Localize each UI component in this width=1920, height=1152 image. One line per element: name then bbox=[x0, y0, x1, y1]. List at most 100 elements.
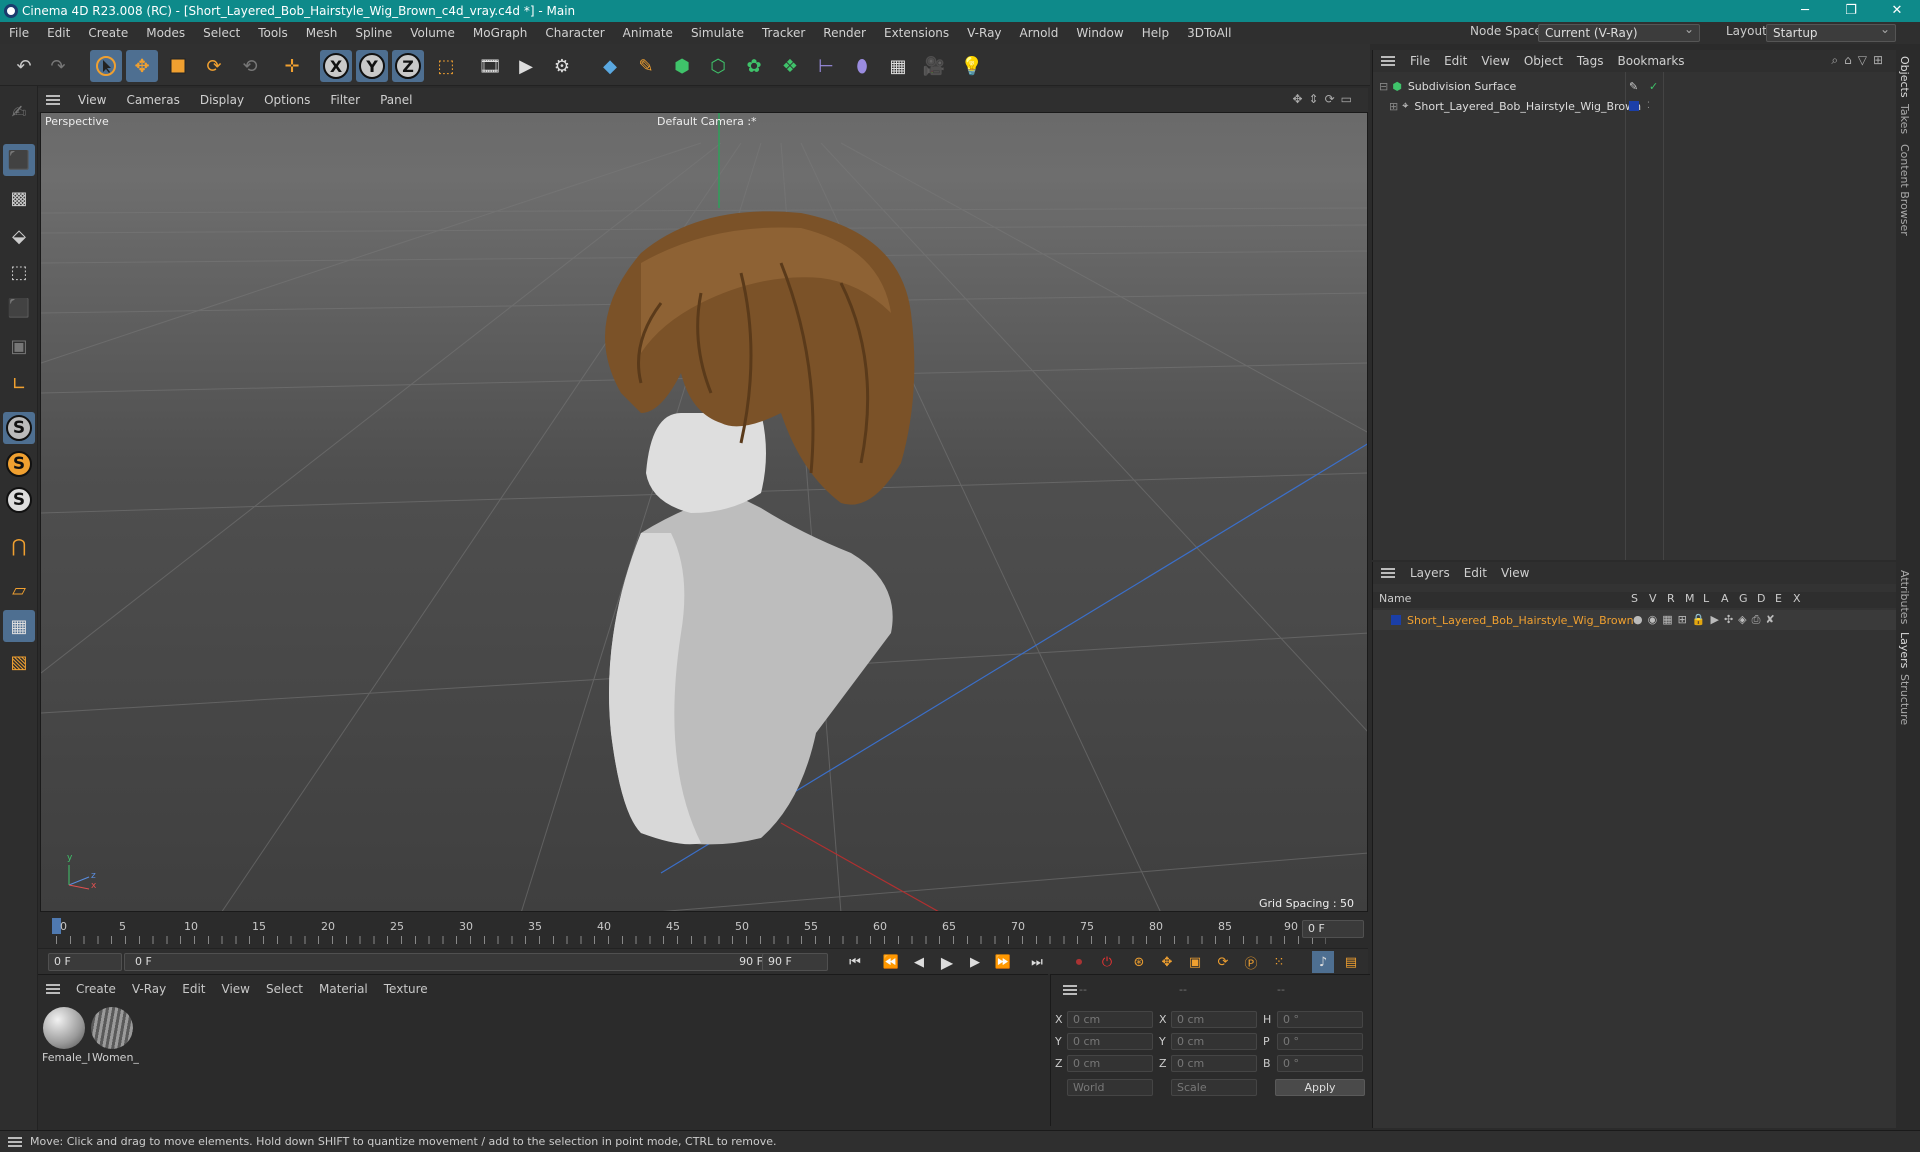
viewport-navigation-icons[interactable]: ✥⇕⟳▭ bbox=[1292, 92, 1358, 106]
cloner-icon[interactable]: ✿ bbox=[738, 50, 770, 82]
rot-b-field[interactable]: 0 ° bbox=[1277, 1055, 1363, 1072]
object-name[interactable]: Subdivision Surface bbox=[1408, 80, 1516, 93]
menu-modes[interactable]: Modes bbox=[137, 26, 194, 40]
material-menu-texture[interactable]: Texture bbox=[376, 982, 436, 996]
menu-simulate[interactable]: Simulate bbox=[682, 26, 753, 40]
viewport-menu-options[interactable]: Options bbox=[254, 93, 320, 107]
rotate-tool-icon[interactable]: ⟳ bbox=[198, 50, 230, 82]
menu-render[interactable]: Render bbox=[814, 26, 875, 40]
key-pla-icon[interactable]: ⁙ bbox=[1268, 951, 1290, 973]
previous-key-icon[interactable]: ⏪ bbox=[880, 951, 902, 973]
menu-mesh[interactable]: Mesh bbox=[297, 26, 347, 40]
size-x-field[interactable]: 0 cm bbox=[1171, 1011, 1257, 1028]
pen-spline-icon[interactable]: ✎ bbox=[630, 50, 662, 82]
expand-icon[interactable]: ⊞ bbox=[1389, 100, 1398, 113]
viewport-menu-filter[interactable]: Filter bbox=[320, 93, 370, 107]
object-menu-icon[interactable] bbox=[1381, 56, 1395, 66]
timeline-window-icon[interactable]: ▤ bbox=[1340, 951, 1362, 973]
menu-tracker[interactable]: Tracker bbox=[753, 26, 814, 40]
coordinate-system-icon[interactable]: ⬚ bbox=[430, 50, 462, 82]
play-icon[interactable]: ▶ bbox=[936, 951, 958, 973]
next-frame-icon[interactable]: ▶ bbox=[964, 951, 986, 973]
material-swatch[interactable] bbox=[91, 1007, 133, 1049]
layout-select[interactable]: Startup bbox=[1766, 22, 1896, 42]
menu-tools[interactable]: Tools bbox=[249, 26, 297, 40]
enabled-check-icon[interactable]: ✓ bbox=[1649, 80, 1658, 93]
magnet-icon[interactable]: ⋂ bbox=[3, 530, 35, 562]
minimize-button[interactable]: ─ bbox=[1782, 0, 1828, 22]
maximize-button[interactable]: ❐ bbox=[1828, 0, 1874, 22]
snap-settings-button[interactable]: S bbox=[3, 448, 35, 480]
menu-edit[interactable]: Edit bbox=[38, 26, 79, 40]
size-y-field[interactable]: 0 cm bbox=[1171, 1033, 1257, 1050]
expand-icon[interactable]: ⊟ bbox=[1379, 80, 1388, 93]
camera-icon[interactable]: 🎥 bbox=[918, 50, 950, 82]
size-mode-select[interactable]: Scale bbox=[1171, 1079, 1257, 1096]
menu-help[interactable]: Help bbox=[1133, 26, 1178, 40]
3d-viewport[interactable]: Perspective Default Camera :* Grid Spaci… bbox=[40, 112, 1368, 912]
coordinate-space-select[interactable]: World bbox=[1067, 1079, 1153, 1096]
layers-menu-view[interactable]: View bbox=[1494, 566, 1536, 580]
render-view-icon[interactable]: 🎞 bbox=[474, 50, 506, 82]
axis-mode-icon[interactable]: ∟ bbox=[3, 368, 35, 400]
go-to-end-icon[interactable]: ⏭ bbox=[1026, 951, 1048, 973]
keyframe-selection-icon[interactable]: ⊛ bbox=[1128, 951, 1150, 973]
tab-attributes[interactable]: Attributes bbox=[1898, 570, 1911, 624]
menu-select[interactable]: Select bbox=[194, 26, 249, 40]
subdivision-generator-icon[interactable]: ⬢ bbox=[666, 50, 698, 82]
key-parameter-icon[interactable]: Ⓟ bbox=[1240, 951, 1262, 973]
menu-create[interactable]: Create bbox=[79, 26, 137, 40]
pos-x-field[interactable]: 0 cm bbox=[1067, 1011, 1153, 1028]
previous-frame-icon[interactable]: ◀ bbox=[908, 951, 930, 973]
x-axis-lock-button[interactable]: X bbox=[320, 50, 352, 82]
pos-z-field[interactable]: 0 cm bbox=[1067, 1055, 1153, 1072]
paint-tool-icon[interactable]: ✍ bbox=[3, 96, 35, 128]
end-frame-field[interactable]: 90 F bbox=[762, 953, 828, 971]
material-menu-view[interactable]: View bbox=[214, 982, 258, 996]
render-settings-icon[interactable]: ⚙ bbox=[546, 50, 578, 82]
object-menu-view[interactable]: View bbox=[1474, 54, 1516, 68]
key-rotation-icon[interactable]: ⟳ bbox=[1212, 951, 1234, 973]
render-picture-viewer-icon[interactable]: ▶ bbox=[510, 50, 542, 82]
layer-color-swatch[interactable] bbox=[1391, 615, 1401, 625]
autokey-icon[interactable]: ⏻ bbox=[1096, 951, 1118, 973]
move-tool-icon[interactable]: ✥ bbox=[126, 50, 158, 82]
material-swatch[interactable] bbox=[43, 1007, 85, 1049]
grid-plane-icon[interactable]: ▦ bbox=[3, 610, 35, 642]
edge-mode-icon[interactable]: ⬚ bbox=[3, 256, 35, 288]
frame-range-slider[interactable]: 0 F 90 F bbox=[124, 953, 786, 971]
status-menu-icon[interactable] bbox=[8, 1137, 22, 1147]
object-row[interactable]: ⊟ ⬢ Subdivision Surface ✎ ✓ bbox=[1373, 76, 1897, 96]
rot-h-field[interactable]: 0 ° bbox=[1277, 1011, 1363, 1028]
cube-primitive-icon[interactable]: ◆ bbox=[594, 50, 626, 82]
menu-extensions[interactable]: Extensions bbox=[875, 26, 958, 40]
viewport-menu-cameras[interactable]: Cameras bbox=[116, 93, 189, 107]
menu-spline[interactable]: Spline bbox=[346, 26, 401, 40]
snap-enable-button[interactable]: S bbox=[3, 412, 35, 444]
object-menu-object[interactable]: Object bbox=[1517, 54, 1570, 68]
locked-workplane-icon[interactable]: ▧ bbox=[3, 646, 35, 678]
floor-environment-icon[interactable]: ▦ bbox=[882, 50, 914, 82]
material-menu-material[interactable]: Material bbox=[311, 982, 376, 996]
object-search-icons[interactable]: ⌕⌂▽⊞ bbox=[1831, 53, 1889, 68]
layer-name[interactable]: Short_Layered_Bob_Hairstyle_Wig_Brown bbox=[1407, 614, 1634, 627]
layer-row[interactable]: Short_Layered_Bob_Hairstyle_Wig_Brown ●◉… bbox=[1373, 610, 1897, 630]
viewport-menu-display[interactable]: Display bbox=[190, 93, 254, 107]
material-menu-select[interactable]: Select bbox=[258, 982, 311, 996]
tab-structure[interactable]: Structure bbox=[1898, 674, 1911, 725]
material-name[interactable]: Female_I bbox=[42, 1051, 91, 1064]
workplane-snap-button[interactable]: S bbox=[3, 484, 35, 516]
point-mode-icon[interactable]: ⬙ bbox=[3, 220, 35, 252]
viewport-menu-view[interactable]: View bbox=[68, 93, 116, 107]
object-menu-edit[interactable]: Edit bbox=[1437, 54, 1474, 68]
layer-toggle-icons[interactable]: ●◉▦⊞🔒▶✣◈⎙✘ bbox=[1633, 613, 1780, 627]
menu-window[interactable]: Window bbox=[1067, 26, 1132, 40]
rot-p-field[interactable]: 0 ° bbox=[1277, 1033, 1363, 1050]
menu-file[interactable]: File bbox=[0, 26, 38, 40]
mograph-icon[interactable]: ❖ bbox=[774, 50, 806, 82]
current-frame-field[interactable]: 0 F bbox=[1302, 920, 1364, 938]
select-tool-icon[interactable] bbox=[90, 50, 122, 82]
workplane-icon[interactable]: ▱ bbox=[3, 574, 35, 606]
timeline-ruler[interactable]: 0 5 10 15 20 25 30 35 40 45 50 55 60 65 … bbox=[38, 912, 1368, 952]
pos-y-field[interactable]: 0 cm bbox=[1067, 1033, 1153, 1050]
